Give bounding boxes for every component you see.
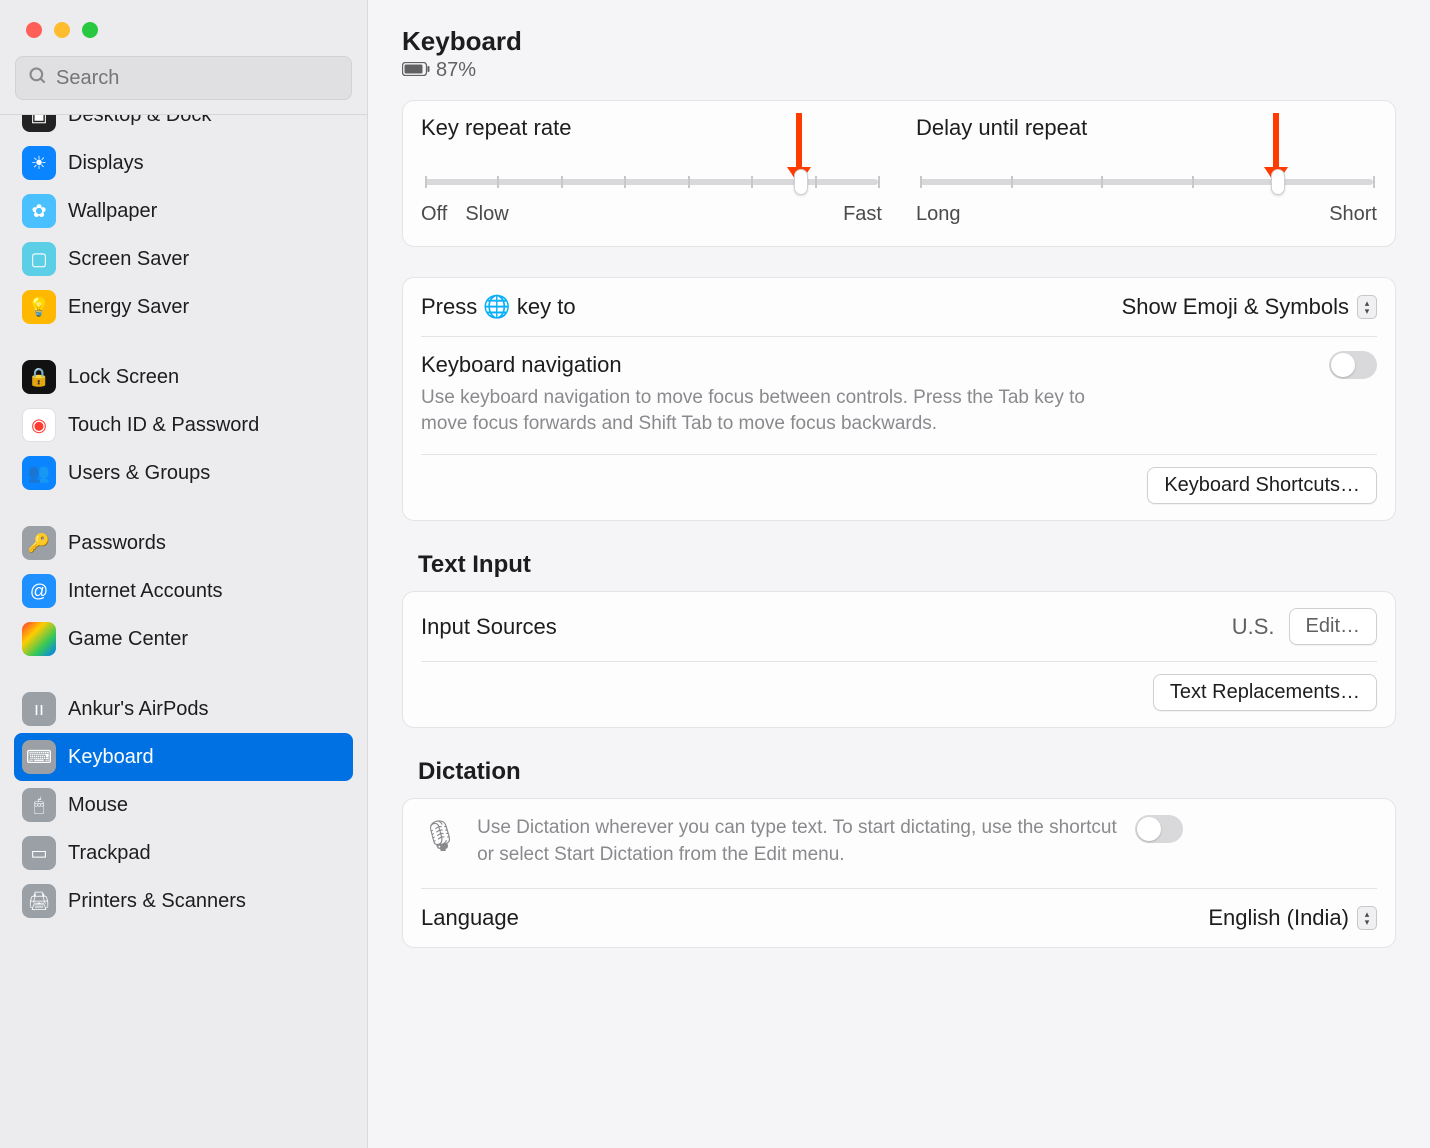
sidebar-item-users-groups[interactable]: 👥 Users & Groups (14, 449, 353, 497)
delay-slider[interactable] (920, 179, 1373, 185)
sidebar-item-passwords[interactable]: 🔑 Passwords (14, 519, 353, 567)
energy-saver-icon: 💡 (22, 290, 56, 324)
dictation-toggle[interactable] (1135, 815, 1183, 843)
users-icon: 👥 (22, 456, 56, 490)
screen-saver-icon: ▢ (22, 242, 56, 276)
search-input[interactable] (56, 67, 339, 90)
text-input-panel: Input Sources U.S. Edit… Text Replacemen… (402, 591, 1396, 728)
fullscreen-window-button[interactable] (82, 22, 98, 38)
sidebar-item-label: Touch ID & Password (68, 414, 259, 437)
battery-icon (402, 59, 430, 82)
sidebar-item-keyboard[interactable]: ⌨ Keyboard (14, 733, 353, 781)
keyboard-settings-panel: Press 🌐 key to Show Emoji & Symbols ▴▾ K… (402, 277, 1396, 521)
sidebar-item-label: Passwords (68, 532, 166, 555)
sidebar-item-energy-saver[interactable]: 💡 Energy Saver (14, 283, 353, 331)
sidebar-item-label: Wallpaper (68, 200, 157, 223)
printer-icon: 🖨 (22, 884, 56, 918)
main-content: Keyboard 87% Key repeat rate (368, 0, 1430, 1148)
annotation-arrow-delay (1273, 113, 1279, 169)
dictation-desc: Use Dictation wherever you can type text… (477, 815, 1117, 868)
sidebar-item-label: Screen Saver (68, 248, 189, 271)
dictation-language-label: Language (421, 905, 519, 931)
key-repeat-thumb[interactable] (794, 169, 808, 195)
sidebar-item-label: Lock Screen (68, 366, 179, 389)
sidebar-item-label: Internet Accounts (68, 580, 223, 603)
sidebar-item-wallpaper[interactable]: ✿ Wallpaper (14, 187, 353, 235)
input-sources-value: U.S. (1232, 614, 1275, 640)
fingerprint-icon: ◉ (22, 408, 56, 442)
mouse-icon: 🖱 (22, 788, 56, 822)
page-title: Keyboard (402, 26, 1396, 57)
delay-thumb[interactable] (1271, 169, 1285, 195)
close-window-button[interactable] (26, 22, 42, 38)
wallpaper-icon: ✿ (22, 194, 56, 228)
battery-percent: 87% (436, 59, 476, 82)
sidebar-item-label: Users & Groups (68, 462, 210, 485)
sidebar-item-printers[interactable]: 🖨 Printers & Scanners (14, 877, 353, 925)
sidebar-item-label: Keyboard (68, 746, 154, 769)
keyboard-navigation-toggle[interactable] (1329, 351, 1377, 379)
delay-title: Delay until repeat (916, 115, 1377, 141)
key-repeat-slider[interactable] (425, 179, 878, 185)
sidebar-item-label: Displays (68, 152, 144, 175)
globe-key-label: Press 🌐 key to (421, 294, 576, 320)
keyboard-navigation-title: Keyboard navigation (421, 352, 622, 378)
sidebar-item-game-center[interactable]: Game Center (14, 615, 353, 663)
chevron-up-down-icon: ▴▾ (1357, 906, 1377, 930)
sidebar-item-label: Mouse (68, 794, 128, 817)
chevron-up-down-icon: ▴▾ (1357, 295, 1377, 319)
key-repeat-title: Key repeat rate (421, 115, 882, 141)
annotation-arrow-repeat (796, 113, 802, 169)
search-icon (28, 66, 48, 91)
microphone-icon: 🎙 (421, 819, 459, 854)
airpods-icon: ıı (22, 692, 56, 726)
slider-label-short: Short (1329, 203, 1377, 226)
sidebar-item-touch-id[interactable]: ◉ Touch ID & Password (14, 401, 353, 449)
key-repeat-panel: Key repeat rate Off Slow (402, 100, 1396, 247)
key-icon: 🔑 (22, 526, 56, 560)
sidebar-item-lock-screen[interactable]: 🔒 Lock Screen (14, 353, 353, 401)
sidebar-item-label: Ankur's AirPods (68, 698, 209, 721)
slider-label-off: Off (421, 203, 447, 226)
displays-icon: ☀ (22, 146, 56, 180)
input-sources-label: Input Sources (421, 614, 557, 640)
sidebar-item-label: Trackpad (68, 842, 151, 865)
window-controls (0, 14, 367, 56)
sidebar: ▣ Desktop & Dock ☀ Displays ✿ Wallpaper … (0, 0, 368, 1148)
sidebar-item-internet-accounts[interactable]: @ Internet Accounts (14, 567, 353, 615)
game-center-icon (22, 622, 56, 656)
globe-key-select[interactable]: Show Emoji & Symbols ▴▾ (1122, 294, 1377, 320)
lock-screen-icon: 🔒 (22, 360, 56, 394)
slider-label-slow: Slow (465, 203, 508, 226)
text-input-heading: Text Input (418, 551, 1396, 579)
sidebar-item-label: Energy Saver (68, 296, 189, 319)
dictation-language-value: English (India) (1208, 905, 1349, 931)
sidebar-item-label: Game Center (68, 628, 188, 651)
sidebar-item-airpods[interactable]: ıı Ankur's AirPods (14, 685, 353, 733)
text-replacements-button[interactable]: Text Replacements… (1153, 674, 1377, 711)
dictation-language-select[interactable]: English (India) ▴▾ (1208, 905, 1377, 931)
keyboard-shortcuts-button[interactable]: Keyboard Shortcuts… (1147, 467, 1377, 504)
globe-icon: 🌐 (483, 294, 510, 319)
sidebar-item-label: Printers & Scanners (68, 890, 246, 913)
slider-label-long: Long (916, 203, 961, 226)
keyboard-icon: ⌨ (22, 740, 56, 774)
sidebar-item-displays[interactable]: ☀ Displays (14, 139, 353, 187)
at-icon: @ (22, 574, 56, 608)
sidebar-item-mouse[interactable]: 🖱 Mouse (14, 781, 353, 829)
search-input-wrap[interactable] (15, 56, 352, 100)
minimize-window-button[interactable] (54, 22, 70, 38)
sidebar-item-label: Desktop & Dock (68, 115, 211, 127)
sidebar-item-desktop-dock[interactable]: ▣ Desktop & Dock (14, 115, 353, 139)
input-sources-edit-button[interactable]: Edit… (1289, 608, 1377, 645)
desktop-dock-icon: ▣ (22, 115, 56, 132)
keyboard-navigation-desc: Use keyboard navigation to move focus be… (421, 385, 1111, 436)
sidebar-item-screen-saver[interactable]: ▢ Screen Saver (14, 235, 353, 283)
trackpad-icon: ▭ (22, 836, 56, 870)
slider-label-fast: Fast (843, 203, 882, 226)
sidebar-item-trackpad[interactable]: ▭ Trackpad (14, 829, 353, 877)
dictation-panel: 🎙 Use Dictation wherever you can type te… (402, 798, 1396, 948)
dictation-heading: Dictation (418, 758, 1396, 786)
globe-key-value: Show Emoji & Symbols (1122, 294, 1349, 320)
